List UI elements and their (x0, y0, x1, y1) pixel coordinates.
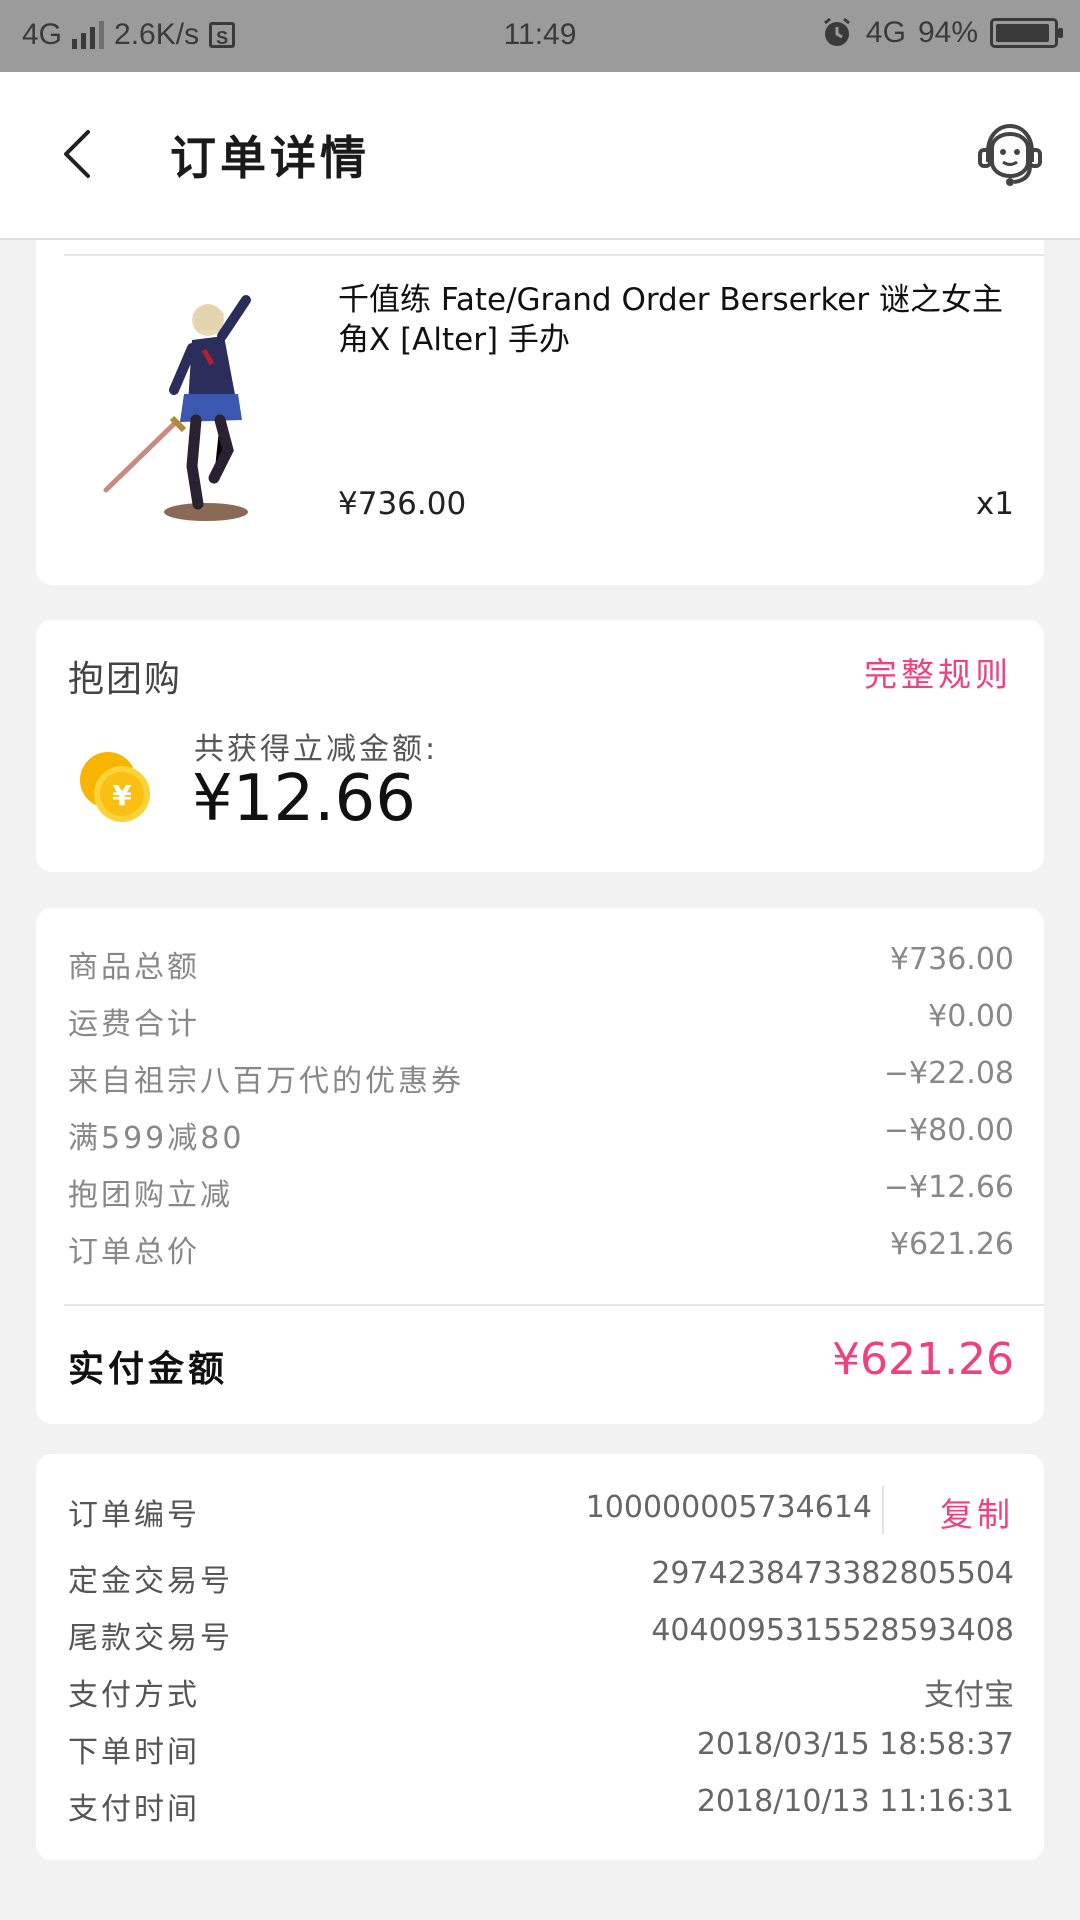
summary-label: 订单总价 (68, 1235, 200, 1270)
summary-label: 来自祖宗八百万代的优惠券 (68, 1064, 464, 1099)
paid-amount-value: ¥621.26 (832, 1334, 1014, 1385)
product-quantity: x1 (975, 486, 1014, 522)
info-label: 支付方式 (68, 1678, 200, 1713)
back-icon[interactable] (50, 124, 110, 184)
summary-row: 运费合计 ¥0.00 (68, 999, 1014, 1042)
product-price: ¥736.00 (338, 486, 467, 522)
order-number-value: 100000005734614 (585, 1490, 872, 1525)
paid-amount-label: 实付金额 (68, 1349, 229, 1390)
group-buy-card: 抱团购 完整规则 ¥ 共获得立减金额: ¥12.66 (36, 620, 1044, 872)
coin-icon: ¥ (80, 752, 150, 822)
network-type-right: 4G (865, 16, 906, 49)
battery-icon (990, 18, 1063, 48)
summary-label: 抱团购立减 (68, 1178, 233, 1213)
info-row: 支付时间 2018/10/13 11:16:31 (68, 1784, 1014, 1828)
info-row: 定金交易号 2974238473382805504 (68, 1556, 1014, 1600)
info-value: 4040095315528593408 (651, 1613, 1014, 1648)
info-value: 2018/03/15 18:58:37 (696, 1727, 1014, 1762)
alarm-icon (823, 17, 850, 46)
status-bar: 4G 2.6K/s S 11:49 4G 94% (0, 0, 1080, 72)
battery-percent: 94% (917, 16, 978, 49)
summary-label: 满599减80 (68, 1121, 245, 1156)
price-summary-card: 商品总额 ¥736.00 运费合计 ¥0.00 来自祖宗八百万代的优惠券 −¥2… (36, 908, 1044, 1424)
summary-row: 商品总额 ¥736.00 (68, 942, 1014, 985)
customer-service-icon[interactable] (974, 118, 1046, 190)
discount-amount: ¥12.66 (192, 762, 416, 836)
info-row: 尾款交易号 4040095315528593408 (68, 1613, 1014, 1657)
product-card[interactable]: 千值练 Fate/Grand Order Berserker 谜之女主角X [A… (36, 240, 1044, 585)
summary-row: 满599减80 −¥80.00 (68, 1113, 1014, 1156)
full-rules-link[interactable]: 完整规则 (864, 648, 1012, 696)
status-right: 4G 94% (820, 16, 1063, 50)
info-value: 2018/10/13 11:16:31 (696, 1784, 1014, 1819)
summary-row: 抱团购立减 −¥12.66 (68, 1170, 1014, 1213)
divider (64, 254, 1044, 256)
copy-button[interactable]: 复制 (940, 1488, 1014, 1536)
product-name[interactable]: 千值练 Fate/Grand Order Berserker 谜之女主角X [A… (338, 280, 1028, 360)
info-label: 下单时间 (68, 1735, 200, 1770)
divider (882, 1486, 884, 1534)
summary-row: 订单总价 ¥621.26 (68, 1227, 1014, 1270)
page-title: 订单详情 (170, 131, 370, 185)
info-label: 支付时间 (68, 1792, 200, 1827)
info-value: 支付宝 (924, 1678, 1014, 1713)
info-row: 下单时间 2018/03/15 18:58:37 (68, 1727, 1014, 1771)
summary-label: 商品总额 (68, 950, 200, 985)
coin-symbol: ¥ (112, 779, 132, 812)
app-header: 订单详情 (0, 72, 1080, 240)
info-value: 2974238473382805504 (651, 1556, 1014, 1591)
order-info-card: 订单编号 100000005734614 复制 定金交易号 2974238473… (36, 1454, 1044, 1860)
summary-row: 来自祖宗八百万代的优惠券 −¥22.08 (68, 1056, 1014, 1099)
info-label: 订单编号 (68, 1498, 200, 1533)
info-label: 定金交易号 (68, 1564, 233, 1599)
info-row: 支付方式 支付宝 (68, 1670, 1014, 1714)
summary-value: ¥621.26 (889, 1227, 1014, 1262)
summary-value: −¥22.08 (883, 1056, 1014, 1091)
info-label: 尾款交易号 (68, 1621, 233, 1656)
summary-value: ¥736.00 (889, 942, 1014, 977)
summary-value: −¥12.66 (883, 1170, 1014, 1205)
summary-value: −¥80.00 (883, 1113, 1014, 1148)
group-buy-title: 抱团购 (68, 659, 183, 700)
product-figure-image[interactable] (96, 290, 276, 530)
summary-label: 运费合计 (68, 1007, 200, 1042)
summary-value: ¥0.00 (928, 999, 1014, 1034)
order-number-row: 订单编号 100000005734614 复制 (68, 1486, 1014, 1536)
divider (64, 1304, 1044, 1306)
